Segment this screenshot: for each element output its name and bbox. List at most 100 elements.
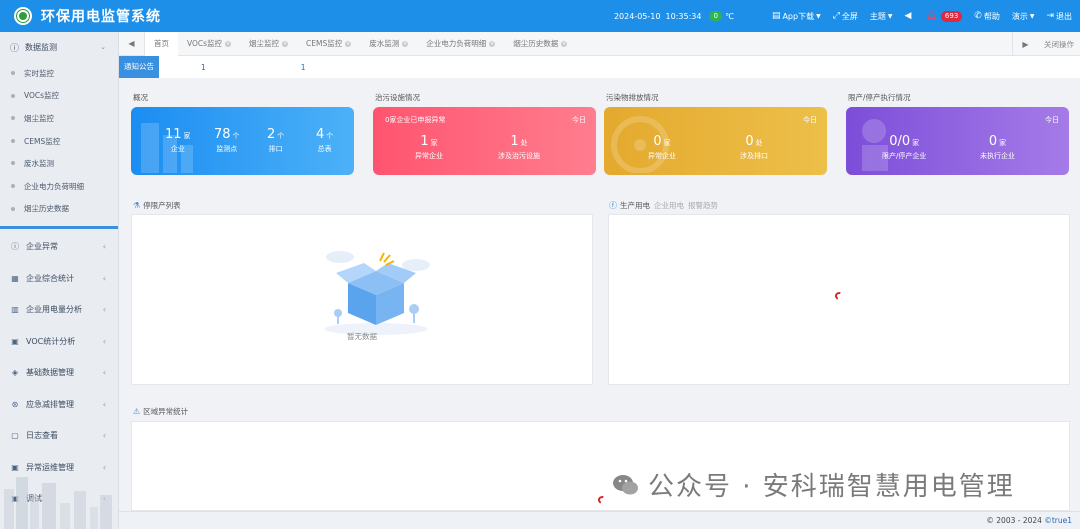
temperature-badge: 0 [709, 11, 722, 21]
notice-label: 通知公告 [119, 56, 159, 78]
sidebar-item-label: 基础数据管理 [26, 368, 74, 378]
chevron-left-icon: ‹ [102, 399, 106, 409]
caret-left-icon: ◀ [904, 11, 912, 21]
metric-unit: 家 [183, 132, 191, 140]
today-label: 今日 [803, 116, 817, 124]
tab-wastewater[interactable]: 废水监测 × [360, 32, 417, 56]
tab-cems[interactable]: CEMS监控 × [297, 32, 360, 56]
tab-bar: ◀ 首页 VOCs监控 × 烟尘监控 × CEMS监控 × 废水监测 × 企业电力负荷明… [119, 31, 1080, 56]
close-icon[interactable]: × [282, 40, 289, 47]
dashboard-content: 概况 治污设施情况 污染物排放情况 限产/停产执行情况 11 家 企业 78 个 监… [119, 78, 1080, 511]
overview-card[interactable]: 11 家 企业 78 个 监测点 2个 排口 4个 总表 [131, 107, 354, 175]
notification-count: 693 [940, 10, 963, 22]
facility-card-top-text: 0家企业已申报异常 [385, 116, 446, 124]
sidebar-item-base-data[interactable]: ◈ 基础数据管理 ‹ [0, 357, 118, 389]
watermark: 公众号 · 安科瑞智慧用电管理 [612, 466, 1015, 503]
sidebar-item-power-analysis[interactable]: ▥ 企业用电量分析 ‹ [0, 294, 118, 326]
chevron-left-icon: ‹ [102, 336, 106, 346]
sidebar-subitem-smoke[interactable]: 烟尘监控 [0, 107, 118, 130]
sidebar-group-label: 数据监测 [25, 42, 58, 52]
tab-home[interactable]: 首页 [145, 31, 178, 56]
notice-bar: 通知公告 1 1 [119, 56, 1080, 78]
sidebar-item-label: 企业异常 [26, 242, 58, 252]
app-download-menu[interactable]: ▤ App下载 ▼ [772, 11, 821, 22]
temperature-unit: ℃ [724, 11, 734, 21]
close-icon[interactable]: × [561, 40, 568, 47]
tab-production-power[interactable]: 生产用电 [620, 200, 650, 211]
sidebar-subitem-cems[interactable]: CEMS监控 [0, 130, 118, 153]
chevron-left-icon: ‹ [102, 242, 106, 252]
sidebar-item-emergency[interactable]: ⊛ 应急减排管理 ‹ [0, 389, 118, 421]
close-operations-button[interactable]: 关闭操作 [1038, 39, 1080, 50]
metric-unit: 家 [999, 139, 1007, 147]
sidebar-item-logs[interactable]: ▢ 日志查看 ‹ [0, 420, 118, 452]
metric-label: 异常企业 [415, 152, 443, 160]
tab-alarm-trend[interactable]: 报警趋势 [688, 200, 718, 211]
close-icon[interactable]: × [402, 40, 409, 47]
tab-smoke-history[interactable]: 烟尘历史数据 × [504, 32, 576, 56]
metric-monitor-points: 78 个 监测点 [214, 127, 240, 154]
sidebar: ⓘ 数据监测 ⌄ 实时监控 VOCs监控 烟尘监控 CEMS监控 废水监测 企业… [0, 32, 119, 529]
collapse-button[interactable]: ◀ [905, 11, 914, 21]
power-panel-title: ⓕ 生产用电 企业用电 报警趋势 [609, 200, 718, 211]
tab-smoke[interactable]: 烟尘监控 × [240, 32, 297, 56]
bell-icon: 🔔︎ [925, 11, 937, 21]
close-icon[interactable]: × [225, 40, 232, 47]
close-icon[interactable]: × [345, 40, 352, 47]
sidebar-item-enterprise-stats[interactable]: ▦ 企业综合统计 ‹ [0, 263, 118, 295]
demo-menu[interactable]: 演示 ▼ [1012, 11, 1035, 22]
sidebar-subitem-wastewater[interactable]: 废水监测 [0, 152, 118, 175]
brand-link[interactable]: ©true1 [1044, 516, 1072, 525]
metric-value: 0 [988, 134, 998, 149]
metric-unit: 处 [755, 139, 763, 147]
sidebar-subitem-power-load[interactable]: 企业电力负荷明细 [0, 175, 118, 198]
metric-label: 限产/停产企业 [882, 152, 927, 160]
metric-label: 未执行企业 [980, 152, 1015, 160]
layers-icon: ◈ [11, 368, 19, 378]
tab-scroll-right-button[interactable]: ▶ [1012, 32, 1038, 56]
sidebar-item-enterprise-abnormal[interactable]: ⓘ 企业异常 ‹ [0, 231, 118, 263]
notice-item[interactable]: 1 [201, 63, 206, 72]
copyright-text: © 2003 - 2024 [986, 516, 1045, 525]
sidebar-subitem-smoke-history[interactable]: 烟尘历史数据 [0, 198, 118, 221]
chevron-left-icon: ‹ [102, 368, 106, 378]
sidebar-item-voc-analysis[interactable]: ▣ VOC统计分析 ‹ [0, 326, 118, 358]
notification-button[interactable]: 🔔︎ 693 [925, 10, 963, 22]
tab-vocs[interactable]: VOCs监控 × [178, 32, 240, 56]
demo-label: 演示 [1011, 11, 1028, 21]
help-label: 帮助 [983, 11, 1000, 21]
notice-item[interactable]: 1 [301, 63, 306, 72]
chevron-left-icon: ‹ [102, 305, 106, 315]
sidebar-item-label: 企业用电量分析 [26, 305, 82, 315]
metric-value: 0 [745, 134, 754, 149]
limit-card[interactable]: 今日 0/0 家 限产/停产企业 0家 未执行企业 [846, 107, 1069, 175]
help-button[interactable]: ✆ 帮助 [974, 11, 1000, 22]
metric-unit: 家 [912, 139, 920, 147]
logout-button[interactable]: ⇥ 退出 [1046, 11, 1072, 22]
metric-limited-enterprises: 0/0 家 限产/停产企业 [882, 134, 926, 161]
tab-power-load[interactable]: 企业电力负荷明细 × [417, 32, 504, 56]
sidebar-group-data-monitor[interactable]: ⓘ 数据监测 ⌄ [0, 32, 118, 62]
building-icon: ▦ [11, 273, 19, 283]
sidebar-subitem-vocs[interactable]: VOCs监控 [0, 85, 118, 108]
metric-value: 11 [165, 127, 182, 142]
metric-label: 监测点 [216, 145, 238, 153]
tab-scroll-left-button[interactable]: ◀ [119, 31, 145, 56]
metric-enterprises: 11 家 企业 [165, 127, 191, 154]
emergency-icon: ⊛ [11, 399, 19, 409]
metric-unit: 个 [326, 132, 334, 140]
download-icon: ▤ [771, 11, 781, 21]
emission-card[interactable]: 今日 0家 异常企业 0处 涉及排口 [604, 107, 827, 175]
close-icon[interactable]: × [489, 40, 496, 47]
tab-enterprise-power[interactable]: 企业用电 [654, 200, 684, 211]
tab-label: CEMS监控 [306, 39, 343, 48]
bar-chart-icon: ▥ [11, 305, 19, 315]
metric-facilities-involved: 1处 涉及治污设施 [498, 134, 540, 161]
power-chart-panel [608, 214, 1070, 385]
facility-card[interactable]: 0家企业已申报异常 今日 1家 异常企业 1处 涉及治污设施 [373, 107, 596, 175]
metric-value: 2 [267, 127, 276, 142]
loading-spinner-icon [833, 290, 845, 302]
fullscreen-button[interactable]: ⤢ 全屏 [833, 11, 858, 22]
theme-menu[interactable]: 主题 ▼ [870, 11, 893, 22]
sidebar-subitem-realtime[interactable]: 实时监控 [0, 62, 118, 85]
